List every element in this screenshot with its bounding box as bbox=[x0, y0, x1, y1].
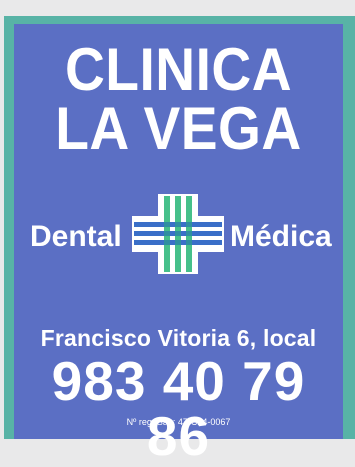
cross-logo-icon bbox=[132, 194, 224, 274]
medica-label: Médica bbox=[230, 220, 332, 253]
address-text: Francisco Vitoria 6, local bbox=[40, 325, 317, 351]
clinic-name-line-1: CLINICA bbox=[64, 36, 293, 103]
page-background: CLINICA LA VEGA Dental Médica Francisco … bbox=[0, 0, 355, 464]
dental-label: Dental bbox=[30, 220, 122, 253]
logo-row: Dental Médica bbox=[14, 194, 343, 274]
registration-number: Nº reg. San: 47-C24-0067 bbox=[126, 417, 231, 427]
clinic-sign: CLINICA LA VEGA Dental Médica Francisco … bbox=[14, 24, 343, 464]
clinic-name-line-2: LA VEGA bbox=[55, 95, 302, 162]
phone-number: 983 40 79 86 bbox=[51, 350, 306, 467]
